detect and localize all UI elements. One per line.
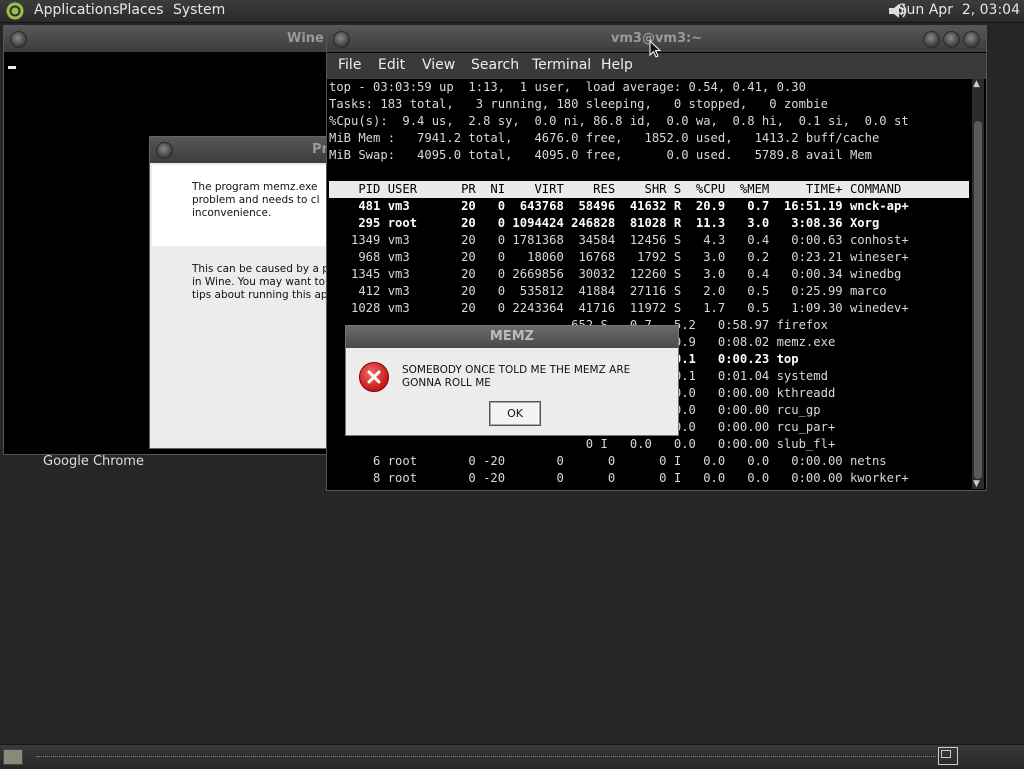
workspace-switcher[interactable]: [938, 747, 958, 765]
desktop-icon-label-google-chrome[interactable]: Google Chrome: [43, 454, 144, 469]
process-row: 412 vm3 20 0 535812 41884 27116 S 2.0 0.…: [329, 284, 887, 298]
window-menu-icon[interactable]: [10, 31, 27, 48]
top-summary-line: MiB Swap: 4095.0 total, 4095.0 free, 0.0…: [329, 148, 872, 162]
program-error-line: tips about running this appl: [192, 289, 332, 301]
top-panel: Applications Places System Sun Apr 2, 03…: [0, 0, 1024, 23]
clock[interactable]: Sun Apr 2, 03:04: [898, 2, 1020, 18]
applications-menu[interactable]: Applications: [34, 2, 120, 18]
show-desktop-icon[interactable]: [3, 749, 23, 765]
top-summary-line: %Cpu(s): 9.4 us, 2.8 sy, 0.0 ni, 86.8 id…: [329, 114, 909, 128]
program-error-line: The program memz.exe: [192, 181, 318, 193]
process-row: 295 root 20 0 1094424 246828 81028 R 11.…: [329, 216, 880, 230]
distro-logo-icon[interactable]: [6, 2, 24, 20]
error-icon: [359, 362, 389, 392]
process-row: 968 vm3 20 0 18060 16768 1792 S 3.0 0.2 …: [329, 250, 909, 264]
scroll-down-icon[interactable]: ▼: [973, 479, 980, 489]
wine-window-titlebar[interactable]: Wine I: [4, 26, 334, 52]
top-summary-line: Tasks: 183 total, 3 running, 180 sleepin…: [329, 97, 828, 111]
program-error-line: inconvenience.: [192, 207, 272, 219]
program-error-titlebar[interactable]: Pr: [150, 137, 340, 163]
process-table-header: PID USER PR NI VIRT RES SHR S %CPU %MEM …: [329, 181, 969, 198]
scrollbar-thumb[interactable]: [974, 121, 982, 479]
process-row: 6 root 0 -20 0 0 0 I 0.0 0.0 0:00.00 net…: [329, 454, 887, 468]
menu-terminal[interactable]: Terminal: [532, 57, 591, 73]
scroll-up-icon[interactable]: ▲: [973, 79, 980, 89]
mouse-pointer-icon: [649, 40, 661, 58]
places-menu[interactable]: Places: [119, 2, 164, 18]
memz-dialog-title: MEMZ: [489, 329, 535, 344]
close-button[interactable]: [963, 31, 980, 48]
process-row: 8 root 0 -20 0 0 0 I 0.0 0.0 0:00.00 kwo…: [329, 471, 909, 485]
maximize-button[interactable]: [943, 31, 960, 48]
minimize-button[interactable]: [923, 31, 940, 48]
menu-edit[interactable]: Edit: [378, 57, 405, 73]
window-menu-icon[interactable]: [333, 31, 350, 48]
ok-button[interactable]: OK: [489, 401, 541, 426]
bottom-panel: [0, 744, 1024, 769]
memz-dialog-titlebar[interactable]: MEMZ: [346, 326, 678, 348]
window-list[interactable]: [36, 756, 936, 759]
process-row: 1349 vm3 20 0 1781368 34584 12456 S 4.3 …: [329, 233, 909, 247]
menu-file[interactable]: File: [338, 57, 361, 73]
menu-search[interactable]: Search: [471, 57, 519, 73]
process-row: 1345 vm3 20 0 2669856 30032 12260 S 3.0 …: [329, 267, 902, 281]
top-summary-line: top - 03:03:59 up 1:13, 1 user, load ave…: [329, 80, 806, 94]
process-row: 1028 vm3 20 0 2243364 41716 11972 S 1.7 …: [329, 301, 909, 315]
workspace-switcher-icon: [941, 750, 951, 758]
program-error-window[interactable]: Pr The program memz.exe problem and need…: [149, 136, 341, 449]
terminal-scrollbar[interactable]: ▲ ▼: [972, 79, 984, 489]
program-error-line: problem and needs to cl: [192, 194, 320, 206]
window-menu-icon[interactable]: [156, 142, 173, 159]
memz-dialog[interactable]: MEMZ SOMEBODY ONCE TOLD ME THE MEMZ ARE …: [345, 325, 679, 436]
menu-help[interactable]: Help: [601, 57, 633, 73]
top-summary-line: MiB Mem : 7941.2 total, 4676.0 free, 185…: [329, 131, 880, 145]
menu-view[interactable]: View: [422, 57, 455, 73]
system-menu[interactable]: System: [173, 2, 225, 18]
process-row: 0 I 0.0 0.0 0:00.00 slub_fl+: [329, 437, 836, 451]
memz-message: SOMEBODY ONCE TOLD ME THE MEMZ ARE GONNA…: [402, 364, 631, 389]
program-error-line: This can be caused by a pro: [192, 263, 332, 275]
program-error-line: in Wine. You may want to ch: [192, 276, 332, 288]
text-cursor: [8, 66, 16, 69]
process-row: 481 vm3 20 0 643768 58496 41632 R 20.9 0…: [329, 199, 909, 213]
